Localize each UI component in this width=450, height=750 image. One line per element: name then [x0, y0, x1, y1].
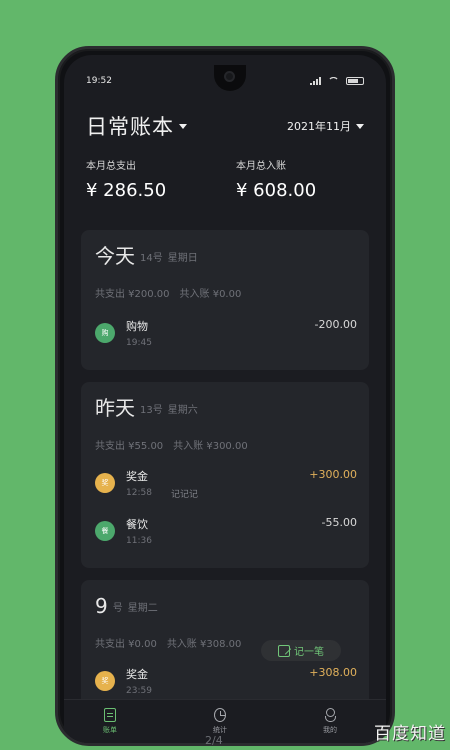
caret-down-icon	[179, 124, 187, 129]
day-expense-total: 共支出 ¥0.00	[95, 639, 157, 650]
transaction-amount: +308.00	[309, 666, 357, 679]
day-totals: 共支出 ¥0.00 共入账 ¥308.00	[95, 635, 241, 650]
transaction-time: 12:58	[126, 488, 152, 498]
day-totals: 共支出 ¥55.00 共入账 ¥300.00	[95, 437, 248, 452]
day-date: 14号	[140, 253, 163, 264]
monthly-summary: 本月总支出 ¥ 286.50 本月总入账 ¥ 608.00	[86, 157, 364, 205]
person-icon	[324, 708, 336, 722]
day-title: 昨天	[95, 396, 135, 420]
transaction-category: 购物	[126, 320, 148, 333]
day-income-total: 共入账 ¥300.00	[173, 441, 248, 452]
watermark-text: 百度知道	[374, 724, 446, 744]
day-date: 13号	[140, 405, 163, 416]
transaction-row[interactable]: 奖 奖金 12:58 记记记 +300.00	[95, 468, 357, 510]
stats-icon	[214, 708, 226, 722]
tab-label: 账单	[103, 726, 117, 734]
edit-icon	[278, 644, 290, 657]
category-bonus-icon: 奖	[95, 473, 115, 493]
day-expense-total: 共支出 ¥55.00	[95, 441, 164, 452]
app-screen: 19:52 日常账本 2021年11月 本月总支出 ¥ 286.50 本月总入账…	[64, 55, 386, 743]
day-header: 9 号 星期二	[95, 594, 158, 618]
day-weekday: 星期二	[127, 603, 158, 614]
transaction-amount: -200.00	[314, 318, 357, 331]
transaction-category: 奖金	[126, 470, 148, 483]
status-time: 19:52	[86, 76, 112, 86]
day-income-total: 共入账 ¥308.00	[166, 639, 242, 650]
page-title: 日常账本	[86, 115, 174, 139]
category-bonus-icon: 奖	[95, 671, 115, 691]
phone-frame: 19:52 日常账本 2021年11月 本月总支出 ¥ 286.50 本月总入账…	[55, 46, 395, 746]
notes-icon	[104, 708, 116, 722]
tab-label: 我的	[323, 726, 337, 734]
transaction-time: 11:36	[126, 536, 152, 546]
quick-add-label: 记一笔	[294, 647, 324, 658]
day-card-today[interactable]: 今天 14号 星期日 共支出 ¥200.00 共入账 ¥0.00 购 购物 19…	[81, 230, 369, 370]
day-header: 昨天 13号 星期六	[95, 396, 198, 420]
transaction-category: 餐饮	[126, 518, 148, 531]
wifi-icon	[328, 77, 339, 85]
day-income-total: 共入账 ¥0.00	[179, 289, 242, 300]
day-expense-total: 共支出 ¥200.00	[95, 289, 170, 300]
page-indicator: 2/4	[205, 734, 223, 747]
selected-month: 2021年11月	[287, 120, 351, 133]
expense-value: ¥ 286.50	[86, 180, 167, 201]
transaction-row[interactable]: 餐 餐饮 11:36 -55.00	[95, 516, 357, 558]
day-weekday: 星期六	[167, 405, 198, 416]
monthly-expense: 本月总支出 ¥ 286.50	[86, 157, 166, 201]
transaction-time: 19:45	[126, 338, 152, 348]
status-bar: 19:52	[86, 73, 364, 89]
tab-me[interactable]: 我的	[300, 708, 360, 740]
account-book-selector[interactable]: 日常账本	[86, 111, 187, 141]
transaction-category: 奖金	[126, 668, 148, 681]
income-value: ¥ 608.00	[236, 180, 317, 201]
tab-label: 统计	[213, 726, 227, 734]
bottom-tab-bar: 账单 统计 我的	[64, 699, 386, 743]
month-selector[interactable]: 2021年11月	[287, 118, 364, 134]
expense-label: 本月总支出	[86, 161, 136, 172]
day-card-yesterday[interactable]: 昨天 13号 星期六 共支出 ¥55.00 共入账 ¥300.00 奖 奖金 1…	[81, 382, 369, 568]
income-label: 本月总入账	[236, 161, 286, 172]
signal-icon	[310, 77, 321, 85]
caret-down-icon	[356, 124, 364, 129]
status-icons	[310, 77, 364, 85]
tab-bills[interactable]: 账单	[80, 708, 140, 740]
category-shopping-icon: 购	[95, 323, 115, 343]
app-header: 日常账本 2021年11月	[86, 111, 364, 141]
transaction-amount: -55.00	[321, 516, 357, 529]
transaction-row[interactable]: 购 购物 19:45 -200.00	[95, 318, 357, 360]
day-header: 今天 14号 星期日	[95, 244, 198, 268]
transaction-amount: +300.00	[309, 468, 357, 481]
category-dining-icon: 餐	[95, 521, 115, 541]
quick-add-button[interactable]: 记一笔	[261, 640, 341, 661]
transaction-note: 记记记	[171, 490, 199, 500]
day-title: 今天	[95, 244, 135, 268]
day-title: 9	[95, 594, 108, 618]
day-weekday: 星期日	[167, 253, 198, 264]
day-totals: 共支出 ¥200.00 共入账 ¥0.00	[95, 285, 241, 300]
monthly-income: 本月总入账 ¥ 608.00	[236, 157, 316, 201]
battery-icon	[346, 77, 364, 85]
transaction-time: 23:59	[126, 686, 152, 696]
day-date: 号	[112, 603, 123, 614]
